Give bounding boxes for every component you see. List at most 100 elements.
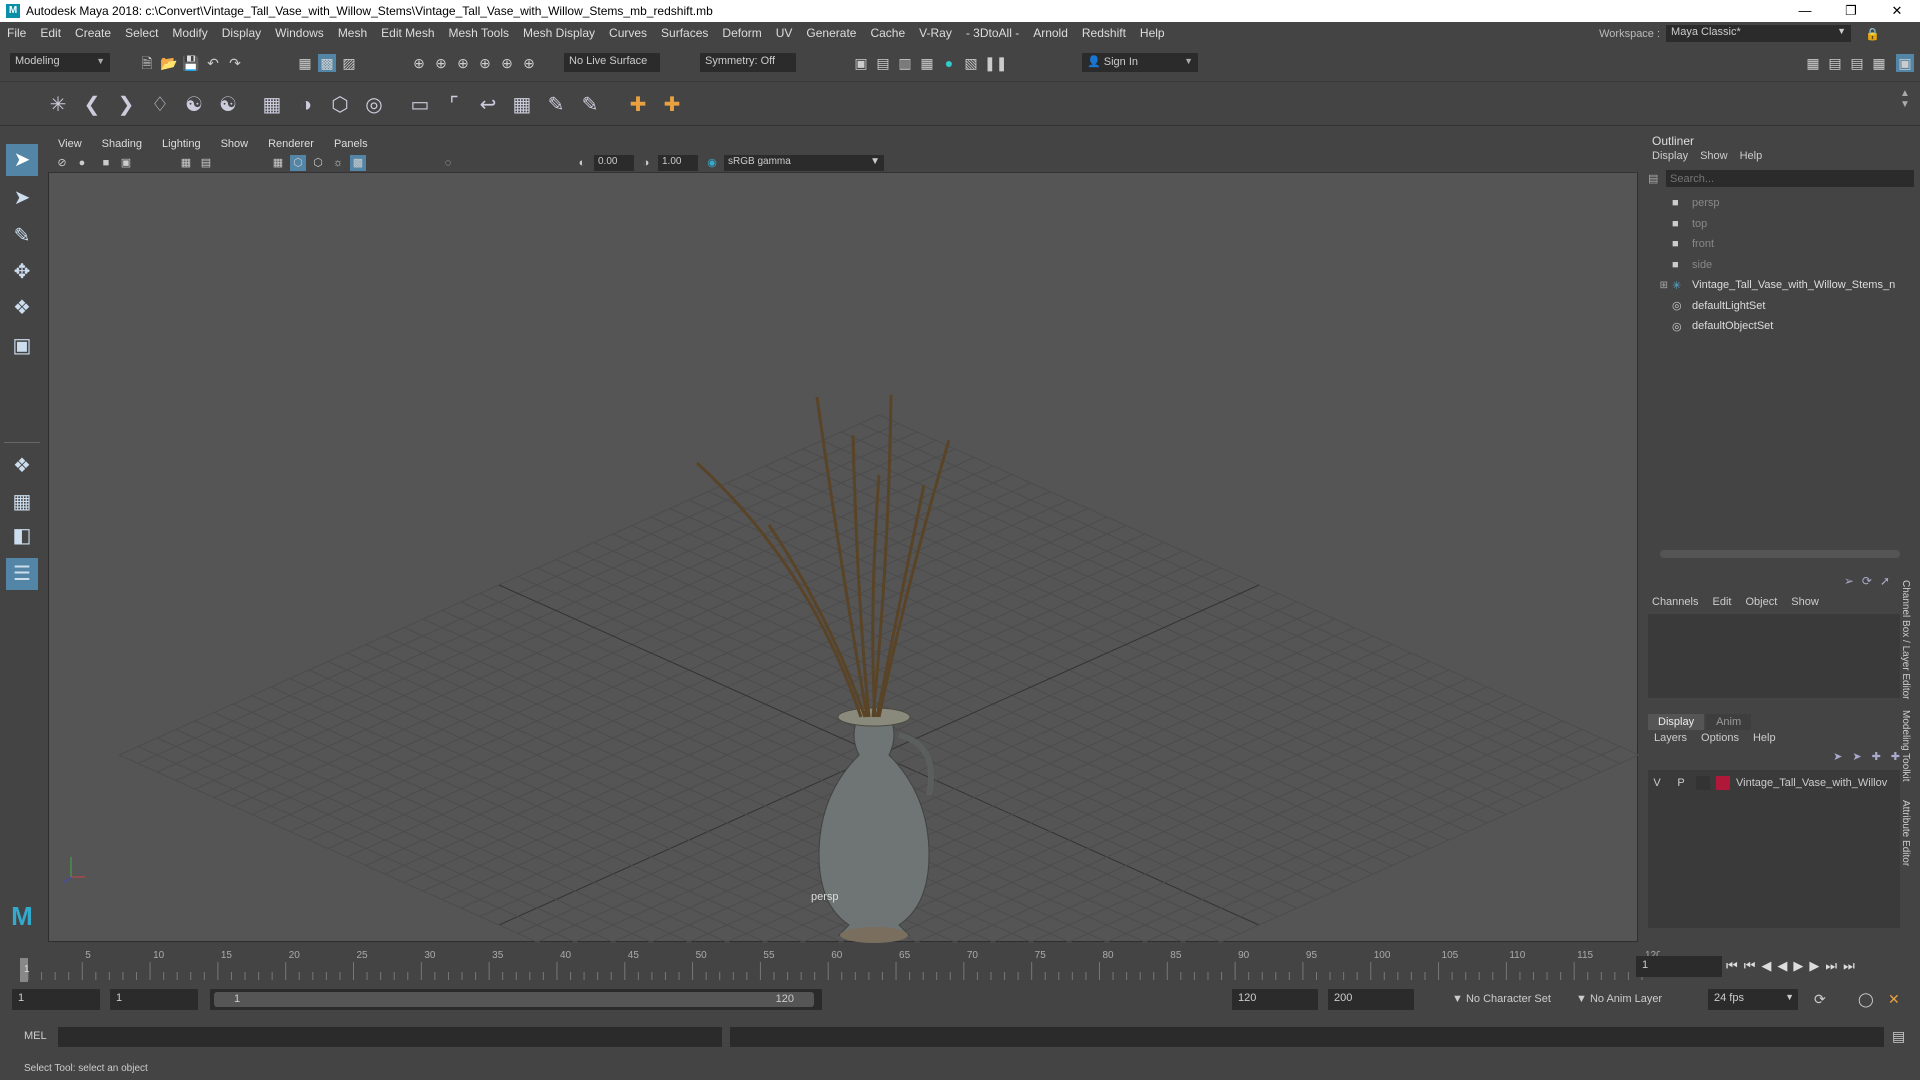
single-view-icon[interactable]: ❖	[6, 450, 38, 482]
current-frame-field[interactable]: 1	[1636, 956, 1722, 977]
subdiv-icon[interactable]: ▦	[258, 91, 286, 119]
viewport-menu-item[interactable]: Renderer	[258, 138, 324, 150]
workspace-dropdown[interactable]: Maya Classic* ▼	[1666, 25, 1852, 42]
bend-icon[interactable]: ↩	[474, 91, 502, 119]
save-scene-icon[interactable]: 💾	[182, 54, 200, 72]
outliner-item[interactable]: ■ front	[1644, 235, 1714, 253]
go-to-start-icon[interactable]: ⏮	[1726, 958, 1738, 974]
channel-menu-item[interactable]: Channels	[1652, 596, 1698, 608]
nurbs-star-icon[interactable]: ✳	[44, 91, 72, 119]
new-layer-icon[interactable]: ✚	[1872, 750, 1881, 763]
minimize-icon[interactable]: —	[1782, 0, 1828, 22]
shelf-scroll-icon[interactable]: ▲ ▼	[1900, 88, 1910, 110]
pause-icon[interactable]: ❚❚	[984, 54, 1007, 72]
step-forward-key-icon[interactable]: ⏭	[1825, 958, 1837, 974]
fps-dropdown[interactable]: 24 fps ▼	[1708, 989, 1798, 1010]
gamma-icon[interactable]: ◑	[638, 155, 654, 171]
menu-item[interactable]: Help	[1133, 26, 1172, 40]
new-scene-icon[interactable]: 🗎	[138, 54, 156, 72]
menu-item[interactable]: Generate	[799, 26, 863, 40]
symmetry-dropdown[interactable]: Symmetry: Off	[700, 53, 796, 72]
paint-select-icon[interactable]: ✎	[6, 220, 38, 252]
hypershade-icon[interactable]: ●	[940, 54, 958, 72]
layer-visibility-toggle[interactable]: V	[1648, 777, 1666, 789]
sphere-icon[interactable]: ◑	[292, 91, 320, 119]
textured-icon[interactable]: ⬡	[310, 155, 326, 171]
animation-start-field[interactable]: 1	[12, 989, 100, 1010]
layer-tab[interactable]: Anim	[1706, 714, 1752, 730]
menu-item[interactable]: Surfaces	[654, 26, 715, 40]
auto-key-icon[interactable]: ◯	[1858, 991, 1874, 1008]
exposure-field[interactable]: 0.00	[594, 155, 634, 171]
menu-item[interactable]: Edit Mesh	[374, 26, 441, 40]
snap-view-icon[interactable]: ⊕	[476, 54, 494, 72]
gamma-field[interactable]: 1.00	[658, 155, 698, 171]
playback-start-field[interactable]: 1	[110, 989, 198, 1010]
outliner-item[interactable]: ◎ defaultObjectSet	[1644, 317, 1773, 335]
select-hierarchy-icon[interactable]: ▦	[296, 54, 314, 72]
grid-toggle-icon[interactable]: ▦	[178, 155, 194, 171]
outliner-item[interactable]: ■ persp	[1644, 194, 1720, 212]
character-set-dropdown[interactable]: ▼ No Character Set	[1452, 993, 1551, 1005]
extrude-icon[interactable]: ▭	[406, 91, 434, 119]
menu-item[interactable]: Windows	[268, 26, 331, 40]
viewport-menu-item[interactable]: Shading	[92, 138, 152, 150]
snap-point-icon[interactable]: ⊕	[454, 54, 472, 72]
outliner-item[interactable]: ◎ defaultLightSet	[1644, 297, 1765, 315]
camera-attributes-icon[interactable]: ⊘	[54, 155, 70, 171]
layout-icon[interactable]: ▣	[1896, 54, 1914, 72]
viewport-menu-item[interactable]: Lighting	[152, 138, 211, 150]
menu-item[interactable]: File	[0, 26, 33, 40]
four-view-icon[interactable]: ▦	[6, 486, 38, 518]
select-component-icon[interactable]: ▨	[340, 54, 358, 72]
viewport-menu-item[interactable]: View	[48, 138, 92, 150]
menu-item[interactable]: Display	[215, 26, 268, 40]
menu-item[interactable]: Curves	[602, 26, 654, 40]
skeleton-icon[interactable]: ☯	[180, 91, 208, 119]
menu-item[interactable]: Deform	[715, 26, 768, 40]
outliner-menu-item[interactable]: Display	[1652, 150, 1688, 162]
modeling-toolkit-icon[interactable]: ▦	[1804, 54, 1822, 72]
side-tab[interactable]: Channel Box / Layer Editor	[1900, 580, 1911, 700]
rotate-tool-icon[interactable]: ❖	[6, 292, 38, 324]
menu-item[interactable]: - 3DtoAll -	[959, 26, 1026, 40]
target-weld-icon[interactable]: ✎	[576, 91, 604, 119]
layer-menu-item[interactable]: Layers	[1654, 732, 1687, 744]
channel-refresh-icon[interactable]: ⟳	[1862, 574, 1872, 588]
layer-menu-item[interactable]: Help	[1753, 732, 1776, 744]
menu-item[interactable]: Mesh Display	[516, 26, 602, 40]
isolate-select-icon[interactable]: ◌	[440, 155, 456, 171]
bevel-icon[interactable]: ▦	[508, 91, 536, 119]
redo-icon[interactable]: ↷	[226, 54, 244, 72]
menu-item[interactable]: Mesh Tools	[442, 26, 516, 40]
layer-display-type[interactable]	[1696, 776, 1710, 790]
bridge-icon[interactable]: ⌜	[440, 91, 468, 119]
ipr-render-icon[interactable]: ▥	[896, 54, 914, 72]
poly-bevel-icon[interactable]: ♢	[146, 91, 174, 119]
side-tab[interactable]: Modeling Toolkit	[1900, 710, 1911, 782]
channel-expand-icon[interactable]: ➚	[1880, 574, 1890, 588]
channel-list[interactable]	[1648, 614, 1900, 698]
lock-icon[interactable]: 🔒	[1865, 27, 1880, 41]
outliner-item[interactable]: ■ top	[1644, 215, 1707, 233]
colorspace-dropdown[interactable]: sRGB gamma ▼	[724, 155, 884, 171]
menu-item[interactable]: Select	[118, 26, 165, 40]
insert-edge-loop-icon[interactable]: ✚	[624, 91, 652, 119]
maximize-icon[interactable]: ❐	[1828, 0, 1874, 22]
color-management-icon[interactable]: ◉	[704, 155, 720, 171]
multicut-icon[interactable]: ✎	[542, 91, 570, 119]
menu-item[interactable]: Redshift	[1075, 26, 1133, 40]
smooth-shade-icon[interactable]: ⬡	[290, 155, 306, 171]
playback-end-field[interactable]: 120	[1232, 989, 1318, 1010]
expand-icon[interactable]: ⊞	[1644, 280, 1672, 291]
loop-icon[interactable]: ⟳	[1814, 991, 1826, 1008]
play-forward-icon[interactable]: ▶	[1793, 958, 1803, 974]
step-back-key-icon[interactable]: ⏮	[1744, 958, 1756, 974]
snap-vertex-icon[interactable]: ⊕	[520, 54, 538, 72]
channel-box-toggle-icon[interactable]: ▦	[1870, 54, 1888, 72]
outliner-item[interactable]: ⊞ ✳ Vintage_Tall_Vase_with_Willow_Stems_n	[1644, 276, 1896, 294]
poly-arrow-icon[interactable]: ❮	[78, 91, 106, 119]
tool-settings-icon[interactable]: ▤	[1848, 54, 1866, 72]
image-plane-icon[interactable]: ▣	[118, 155, 134, 171]
joint-icon[interactable]: ☯	[214, 91, 242, 119]
